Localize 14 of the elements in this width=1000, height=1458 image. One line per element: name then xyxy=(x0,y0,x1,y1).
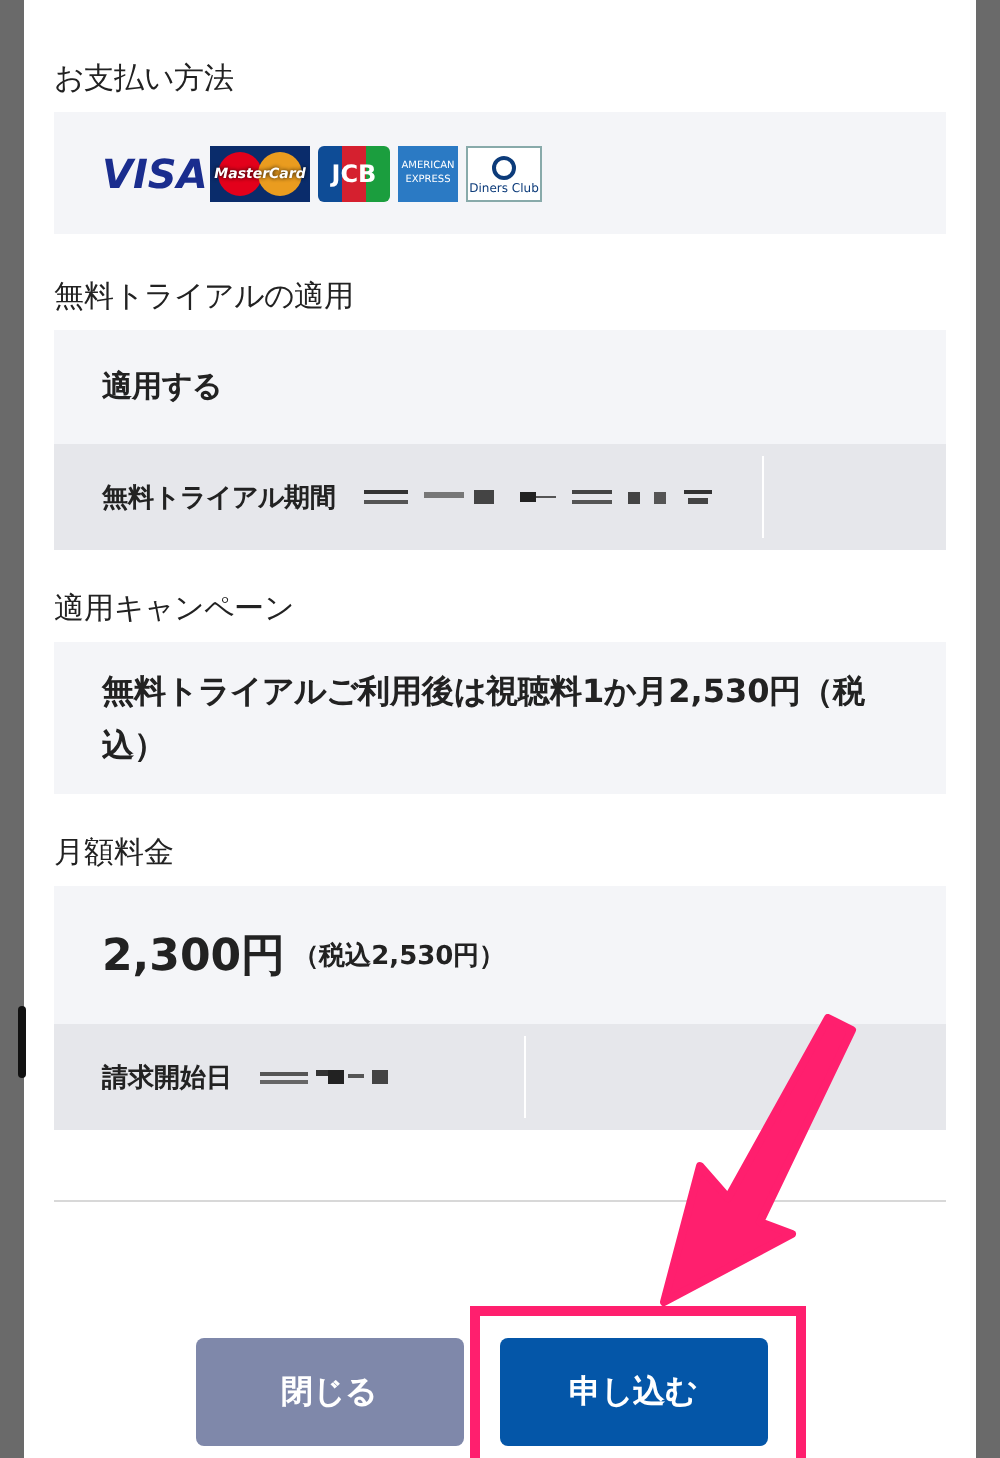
scroll-indicator xyxy=(18,1006,26,1078)
section-label: お支払い方法 xyxy=(54,58,236,100)
apply-button[interactable]: 申し込む xyxy=(499,1338,767,1446)
section-label: 無料トライアルの適用 xyxy=(54,276,356,319)
section-label: 適用キャンペーン xyxy=(54,588,296,631)
field-label: 請求開始日 xyxy=(102,1061,232,1096)
card-logo: VISA xyxy=(102,149,202,198)
tax-note: （税込2,530円） xyxy=(293,939,506,974)
price: 2,300円 xyxy=(102,929,286,986)
section-label: 月額料金 xyxy=(54,832,176,875)
campaign-text: 無料トライアルご利用後は視聴料1か月2,530円（税込） xyxy=(54,642,946,795)
option-value: 適用する xyxy=(102,368,222,407)
close-button[interactable]: 閉じる xyxy=(195,1338,463,1446)
field-label: 無料トライアル期間 xyxy=(102,481,336,516)
